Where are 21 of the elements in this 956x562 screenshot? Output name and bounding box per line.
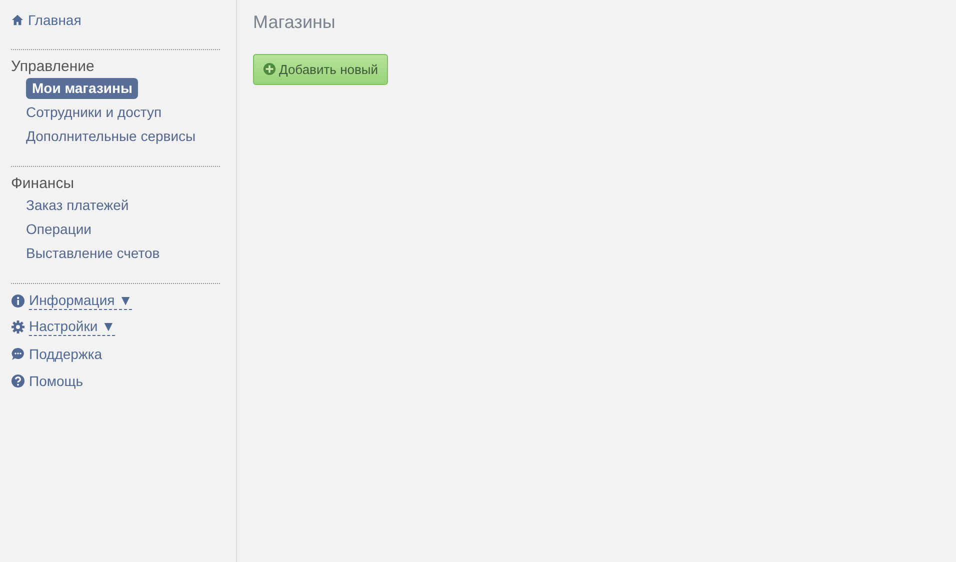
sidebar-link[interactable]: Поддержка (11, 344, 102, 364)
info-icon (11, 294, 25, 308)
sidebar-item[interactable]: Мои магазины (26, 78, 138, 99)
sidebar-item[interactable]: Сотрудники и доступ (20, 102, 168, 123)
help-icon (11, 374, 25, 388)
dropdown-toggle[interactable]: Информация ▼ (11, 292, 132, 310)
sidebar-item[interactable]: Операции (20, 219, 98, 240)
plus-icon (263, 62, 276, 76)
home-link[interactable]: Главная (11, 10, 82, 30)
sidebar-item[interactable]: Выставление счетов (20, 243, 166, 264)
sidebar-item[interactable]: Заказ платежей (20, 195, 135, 216)
page-title: Магазины (253, 12, 336, 34)
section-heading: Управление (11, 58, 96, 76)
home-icon (11, 13, 24, 27)
chat-icon (11, 347, 25, 361)
sidebar-item[interactable]: Дополнительные сервисы (20, 126, 202, 147)
settings-icon (11, 320, 25, 334)
section-heading: Финансы (11, 175, 75, 193)
add-button[interactable]: Добавить новый (253, 54, 388, 86)
dropdown-toggle[interactable]: Настройки ▼ (11, 318, 116, 336)
sidebar-link[interactable]: Помощь (11, 371, 84, 391)
